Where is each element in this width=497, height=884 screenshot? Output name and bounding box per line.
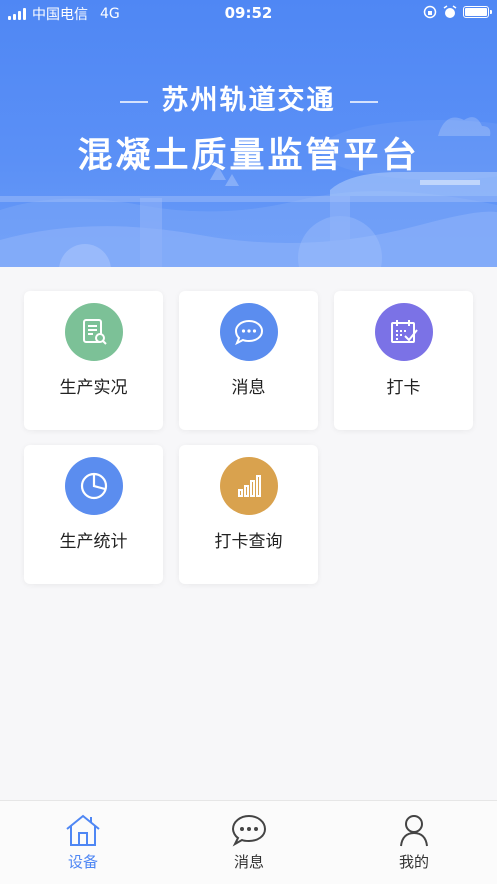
menu-label: 打卡	[386, 378, 421, 398]
tab-label: 设备	[67, 853, 98, 871]
bar-chart-icon	[219, 457, 278, 515]
menu-item-messages[interactable]: 消息	[179, 291, 318, 430]
menu-label: 消息	[231, 378, 266, 398]
chat-bubble-icon	[219, 303, 278, 361]
chat-bubble-icon	[166, 813, 332, 847]
hero-subtitle: 苏州轨道交通	[0, 78, 497, 117]
pie-chart-icon	[64, 457, 123, 515]
home-icon	[0, 813, 166, 847]
menu-label: 打卡查询	[214, 532, 283, 552]
alarm-icon	[443, 5, 457, 18]
rotation-lock-icon	[423, 5, 437, 19]
menu-label: 生产实况	[59, 378, 128, 398]
hero-banner: 中国电信 4G 09:52 苏州轨道交通 混凝土质量监管平台	[0, 0, 497, 267]
status-bar: 中国电信 4G 09:52	[0, 0, 497, 26]
tab-profile[interactable]: 我的	[331, 801, 497, 884]
document-search-icon	[64, 303, 123, 361]
hero-title: 混凝土质量监管平台	[77, 136, 420, 176]
tab-label: 消息	[233, 853, 264, 871]
bottom-tab-bar: 设备 消息 我的	[0, 800, 497, 884]
menu-item-check-in[interactable]: 打卡	[334, 291, 473, 430]
menu-item-production-live[interactable]: 生产实况	[24, 291, 163, 430]
tab-devices[interactable]: 设备	[0, 801, 166, 884]
calendar-check-icon	[374, 303, 433, 361]
menu-item-production-stats[interactable]: 生产统计	[24, 445, 163, 584]
battery-icon	[463, 6, 492, 18]
menu-label: 生产统计	[59, 532, 128, 552]
user-icon	[331, 813, 497, 847]
menu-item-check-in-query[interactable]: 打卡查询	[179, 445, 318, 584]
tab-messages[interactable]: 消息	[166, 801, 332, 884]
tab-label: 我的	[398, 853, 429, 871]
